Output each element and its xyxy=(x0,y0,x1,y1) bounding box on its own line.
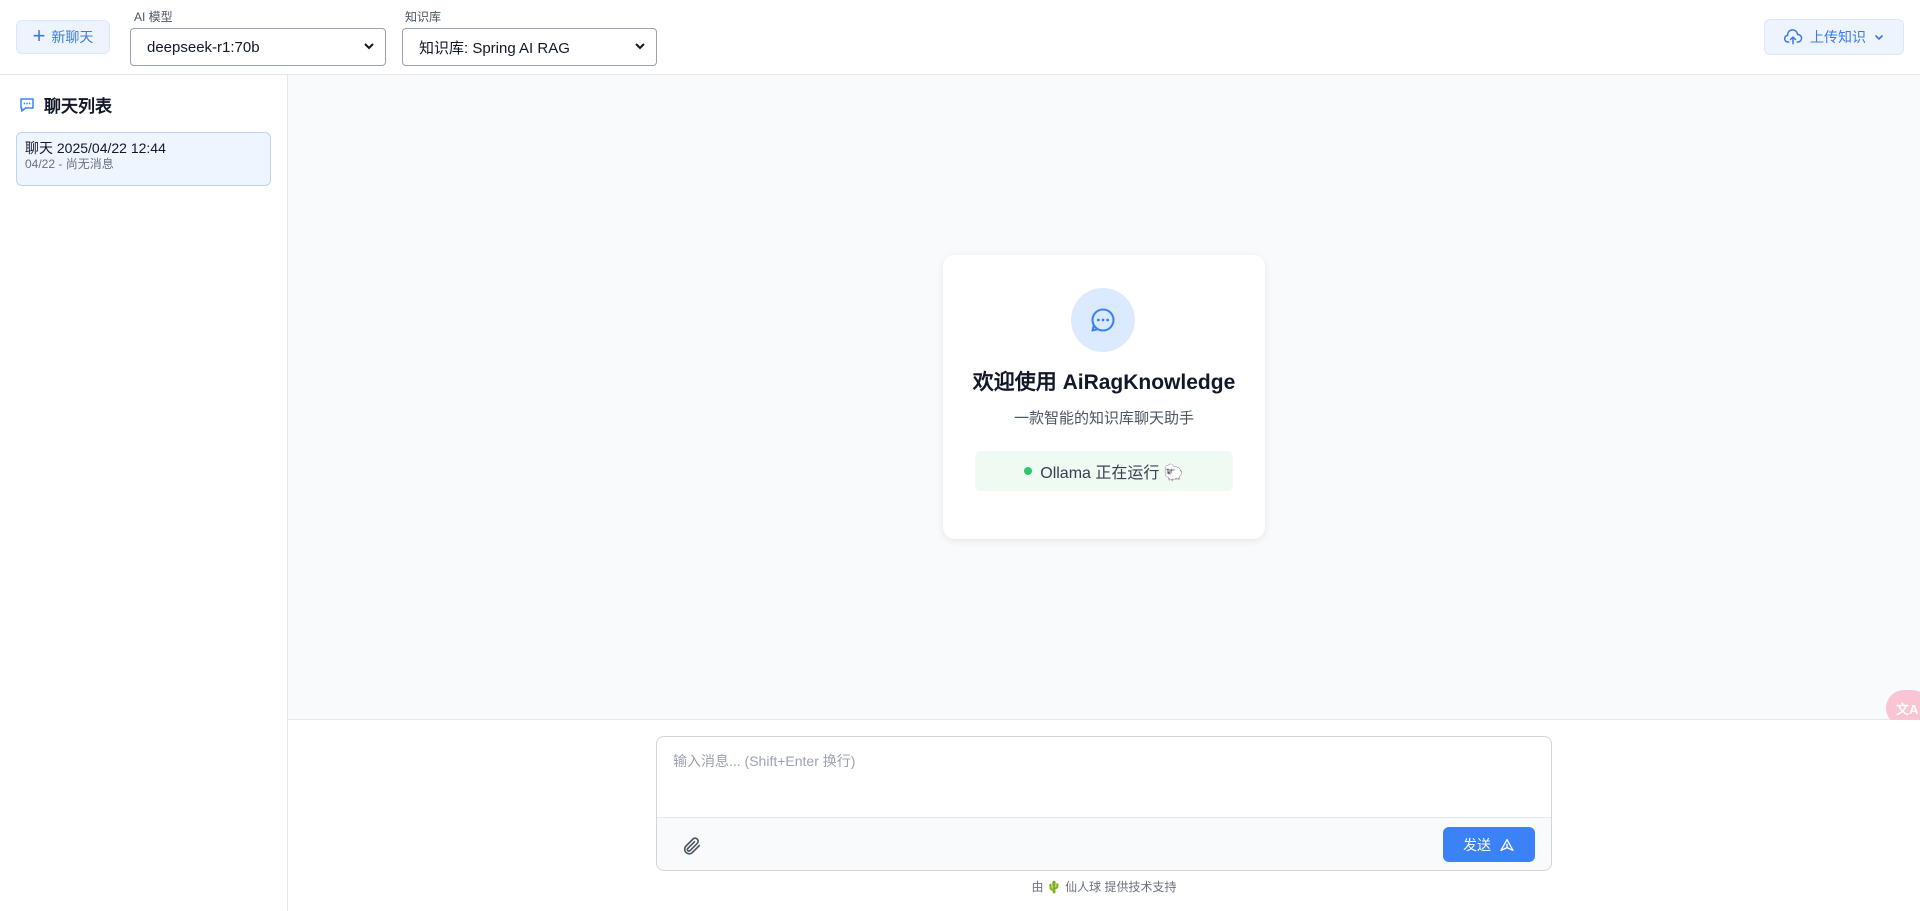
message-input[interactable] xyxy=(657,737,1551,817)
new-chat-label: 新聊天 xyxy=(51,29,94,45)
sidebar-title-text: 聊天列表 xyxy=(44,97,112,116)
message-input-box: 发送 xyxy=(656,736,1552,871)
send-arrow-icon xyxy=(1500,838,1514,851)
sidebar-title: 聊天列表 xyxy=(18,92,112,117)
model-field-label: AI 模型 xyxy=(134,10,173,24)
model-select-value: deepseek-r1:70b xyxy=(147,38,260,56)
chat-bubble-icon xyxy=(20,97,34,112)
status-text: Ollama 正在运行 🐑 xyxy=(1040,465,1184,482)
kb-field-label: 知识库 xyxy=(405,10,442,24)
chat-dots-icon xyxy=(1091,308,1115,332)
composer-toolbar: 发送 xyxy=(657,817,1551,870)
cloud-upload-icon xyxy=(1783,29,1803,45)
send-label: 发送 xyxy=(1463,836,1491,853)
upload-knowledge-button[interactable]: 上传知识 xyxy=(1764,19,1904,55)
footer-credit: 由 🌵 仙人球 提供技术支持 xyxy=(1031,880,1177,894)
chat-main-area: 欢迎使用 AiRagKnowledge 一款智能的知识库聊天助手 Ollama … xyxy=(288,75,1920,720)
status-dot-icon xyxy=(1024,467,1033,475)
kb-select-value: 知识库: Spring AI RAG xyxy=(419,39,570,57)
top-toolbar: + 新聊天 AI 模型 deepseek-r1:70b 知识库 知识库: Spr… xyxy=(0,0,1920,75)
chevron-down-icon xyxy=(635,43,645,50)
new-chat-button[interactable]: + 新聊天 xyxy=(16,20,110,54)
message-composer: 发送 由 🌵 仙人球 提供技术支持 xyxy=(288,720,1920,911)
chat-sidebar: 聊天列表 聊天 2025/04/22 12:44 04/22 - 尚无消息 xyxy=(0,75,288,911)
knowledge-base-select[interactable]: 知识库: Spring AI RAG xyxy=(402,28,657,66)
ollama-status-badge: Ollama 正在运行 🐑 xyxy=(975,451,1233,491)
plus-icon: + xyxy=(32,23,46,48)
send-button[interactable]: 发送 xyxy=(1443,827,1535,862)
chevron-down-icon xyxy=(1874,34,1884,41)
chat-item-title: 聊天 2025/04/22 12:44 xyxy=(25,140,166,156)
upload-knowledge-label: 上传知识 xyxy=(1810,29,1866,45)
welcome-title: 欢迎使用 AiRagKnowledge xyxy=(972,371,1236,394)
chat-item-subtitle: 04/22 - 尚无消息 xyxy=(25,157,114,171)
chevron-down-icon xyxy=(364,43,374,50)
paperclip-icon[interactable] xyxy=(681,835,703,857)
welcome-subtitle: 一款智能的知识库聊天助手 xyxy=(1013,410,1194,427)
welcome-card: 欢迎使用 AiRagKnowledge 一款智能的知识库聊天助手 Ollama … xyxy=(943,255,1265,539)
model-select[interactable]: deepseek-r1:70b xyxy=(130,28,386,66)
chat-list-item[interactable]: 聊天 2025/04/22 12:44 04/22 - 尚无消息 xyxy=(16,132,271,186)
translate-icon: 文A xyxy=(1896,701,1919,717)
welcome-icon-circle xyxy=(1071,288,1135,352)
